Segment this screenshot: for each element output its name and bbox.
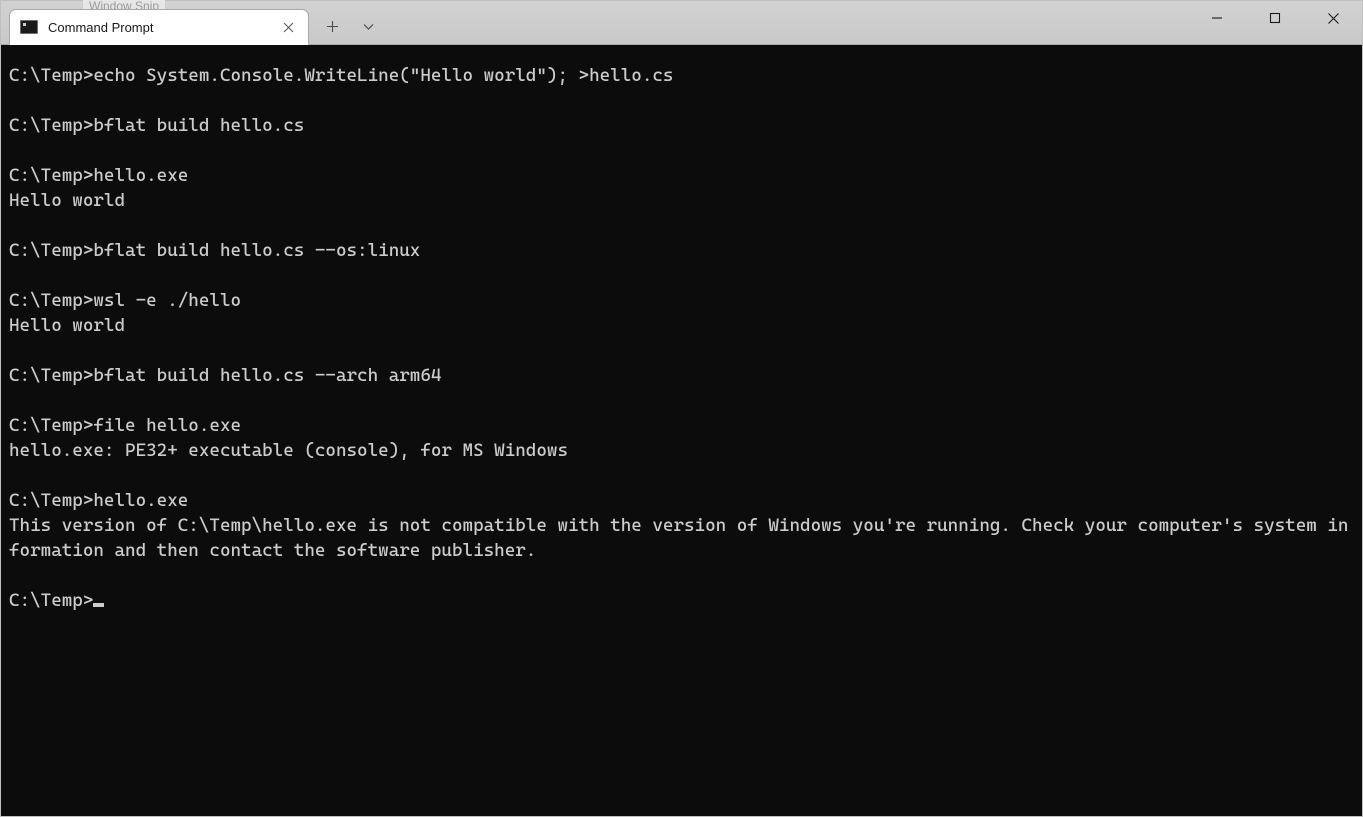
terminal-line [9,88,1354,113]
close-icon [283,22,294,33]
terminal-line: This version of C:\Temp\hello.exe is not… [9,513,1354,563]
tab-close-button[interactable] [278,17,298,37]
terminal-line: C:\Temp>hello.exe [9,163,1354,188]
minimize-icon [1211,12,1223,24]
tab-actions [315,8,385,44]
chevron-down-icon [362,20,375,33]
terminal-line: C:\Temp>bflat build hello.cs --arch arm6… [9,363,1354,388]
terminal-line [9,138,1354,163]
terminal-line: C:\Temp>bflat build hello.cs --os:linux [9,238,1354,263]
cmd-icon [20,20,38,34]
terminal-line [9,388,1354,413]
tab-command-prompt[interactable]: Command Prompt [9,9,309,45]
window-controls [1188,1,1362,35]
terminal-line [9,463,1354,488]
maximize-button[interactable] [1246,1,1304,35]
terminal-window: Window Snip Command Prompt [0,0,1363,817]
cursor [93,603,104,607]
terminal-line: C:\Temp>bflat build hello.cs [9,113,1354,138]
terminal-line [9,213,1354,238]
new-tab-button[interactable] [315,11,349,41]
prompt-text: C:\Temp> [9,590,93,611]
terminal-line [9,563,1354,588]
close-window-button[interactable] [1304,1,1362,35]
terminal-line [9,338,1354,363]
tab-dropdown-button[interactable] [351,11,385,41]
terminal-line: C:\Temp>hello.exe [9,488,1354,513]
titlebar[interactable]: Window Snip Command Prompt [1,1,1362,45]
terminal-line: C:\Temp>file hello.exe [9,413,1354,438]
close-icon [1327,12,1340,25]
terminal-line: hello.exe: PE32+ executable (console), f… [9,438,1354,463]
minimize-button[interactable] [1188,1,1246,35]
terminal-line: Hello world [9,188,1354,213]
tab-title: Command Prompt [48,20,268,35]
plus-icon [326,20,339,33]
terminal-line [9,263,1354,288]
terminal-prompt[interactable]: C:\Temp> [9,588,1354,613]
terminal-line: Hello world [9,313,1354,338]
terminal-line: C:\Temp>echo System.Console.WriteLine("H… [9,63,1354,88]
maximize-icon [1269,12,1281,24]
terminal-output[interactable]: C:\Temp>echo System.Console.WriteLine("H… [1,45,1362,816]
terminal-line: C:\Temp>wsl -e ./hello [9,288,1354,313]
